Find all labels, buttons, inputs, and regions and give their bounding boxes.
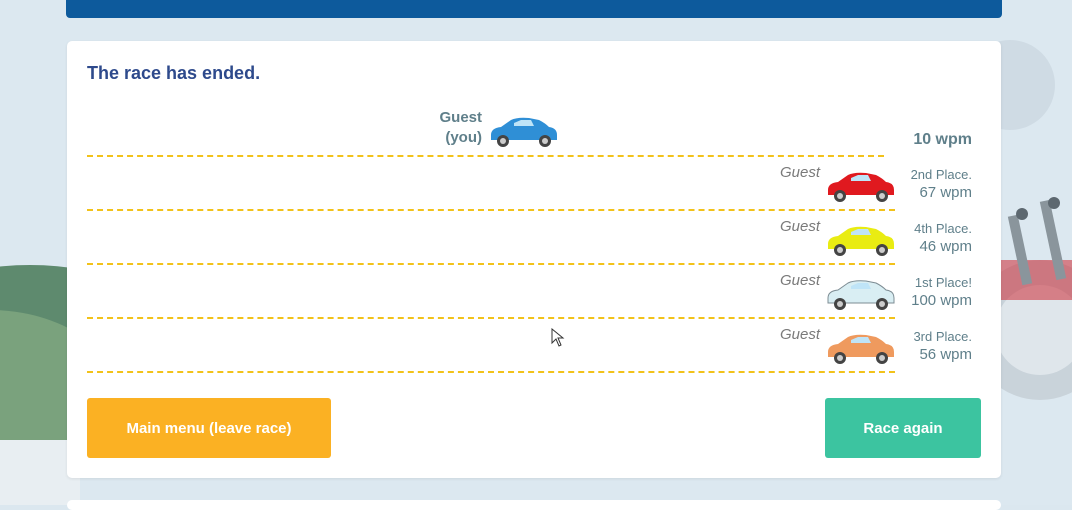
racer-name: Guest	[779, 218, 820, 235]
racer-name: Guest	[779, 164, 820, 181]
race-result: 2nd Place. 67 wpm	[911, 166, 972, 202]
racer-name: Guest	[779, 326, 820, 343]
race-result: 4th Place. 46 wpm	[914, 220, 972, 256]
racer-wpm: 56 wpm	[919, 346, 972, 363]
car-icon	[491, 117, 557, 147]
race-lane-opponent: Guest 1st Place! 100 wpm	[67, 265, 1001, 319]
racer-wpm: 46 wpm	[919, 238, 972, 255]
main-menu-button[interactable]: Main menu (leave race)	[87, 398, 331, 458]
race-result: 1st Place! 100 wpm	[911, 274, 972, 310]
race-result: 3rd Place. 56 wpm	[913, 328, 972, 364]
header-bar	[66, 0, 1002, 18]
mouse-cursor-icon	[551, 328, 565, 347]
race-status-title: The race has ended.	[87, 63, 261, 83]
race-place: 2nd Place.	[910, 167, 972, 182]
race-again-button[interactable]: Race again	[825, 398, 981, 458]
race-lane-opponent: Guest 4th Place. 46 wpm	[67, 211, 1001, 265]
race-panel: The race has ended. Guest (you) 10 wpm G…	[67, 41, 1001, 478]
race-place: 1st Place!	[914, 275, 972, 290]
racer-wpm: 100 wpm	[911, 292, 972, 309]
racer-name-you-line1: Guest	[439, 109, 482, 126]
racer-wpm-you: 10 wpm	[913, 131, 972, 148]
car-icon	[828, 172, 894, 202]
car-icon	[828, 226, 894, 256]
race-place: 3rd Place.	[913, 329, 972, 344]
racer-name: Guest	[779, 272, 820, 289]
next-panel-edge	[67, 500, 1001, 510]
car-icon	[828, 334, 894, 364]
car-icon	[827, 280, 895, 310]
race-lane-you: Guest (you) 10 wpm	[67, 103, 1001, 157]
racer-wpm: 67 wpm	[919, 184, 972, 201]
race-place: 4th Place.	[914, 221, 972, 236]
racer-name-you-line2: (you)	[445, 129, 482, 146]
race-lane-opponent: Guest 2nd Place. 67 wpm	[67, 157, 1001, 211]
race-lane-opponent: Guest 3rd Place. 56 wpm	[67, 319, 1001, 373]
lane-divider	[87, 371, 895, 373]
racer-name-you: Guest (you)	[439, 108, 482, 148]
